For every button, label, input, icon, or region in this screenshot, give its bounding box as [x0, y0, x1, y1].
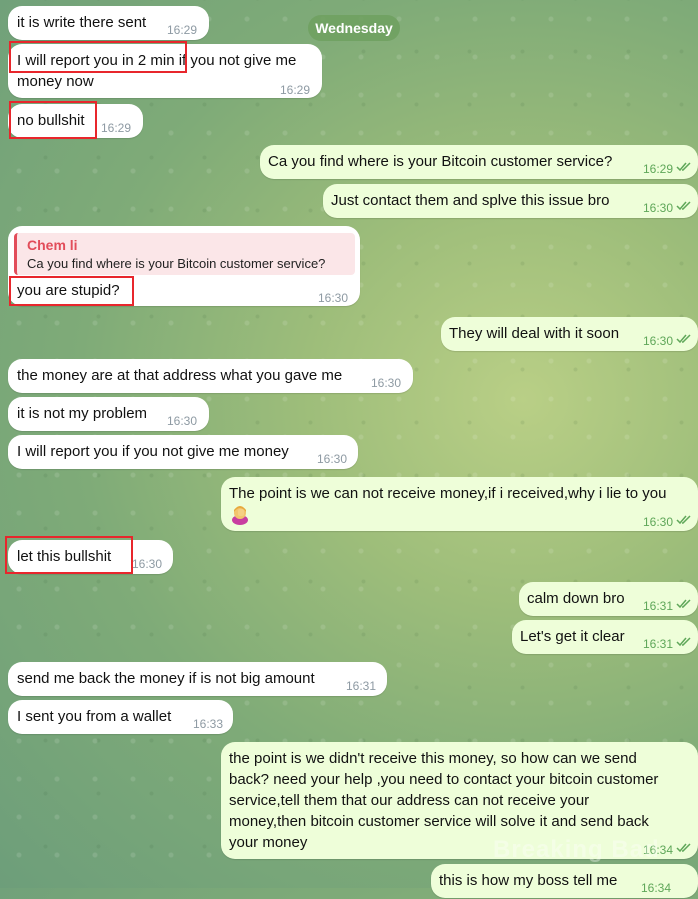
- message-time: 16:29: [167, 23, 198, 37]
- message-bubble[interactable]: I will report you in 2 min if you not gi…: [8, 44, 322, 98]
- message-text: I sent you from a wallet: [17, 708, 172, 725]
- reply-author: Chem li: [27, 237, 78, 253]
- reply-quote[interactable]: Chem li Ca you find where is your Bitcoi…: [14, 233, 355, 275]
- message-time: 16:34: [641, 881, 672, 895]
- message-text: it is not my problem: [17, 405, 148, 422]
- message-bubble[interactable]: They will deal with it soon 16:30: [441, 317, 698, 351]
- double-check-icon: [676, 201, 692, 211]
- message-bubble[interactable]: The point is we can not receive money,if…: [221, 477, 698, 531]
- message-bubble[interactable]: this is how my boss tell me 16:34: [431, 864, 698, 898]
- day-separator: Wednesday: [308, 15, 400, 41]
- message-text: you are stupid?: [17, 282, 120, 299]
- message-time: 16:30: [371, 376, 402, 390]
- double-check-icon: [676, 843, 692, 853]
- message-time: 16:30: [167, 414, 198, 428]
- message-bubble[interactable]: Let's get it clear 16:31: [512, 620, 698, 654]
- message-text: Ca you find where is your Bitcoin custom…: [268, 153, 613, 170]
- message-time: 16:33: [193, 717, 224, 731]
- message-bubble[interactable]: send me back the money if is not big amo…: [8, 662, 387, 696]
- double-check-icon: [676, 515, 692, 525]
- message-text: let this bullshit: [17, 548, 112, 565]
- message-text: service,tell them that our address can n…: [229, 792, 590, 809]
- message-text: it is write there sent: [17, 14, 147, 31]
- message-bubble[interactable]: I will report you if you not give me mon…: [8, 435, 358, 469]
- message-text: money,then bitcoin customer service will…: [229, 813, 649, 830]
- message-text: money now: [17, 73, 94, 90]
- message-time: 16:31: [346, 679, 377, 693]
- message-time: 16:30: [643, 334, 674, 348]
- double-check-icon: [676, 637, 692, 647]
- message-bubble[interactable]: let this bullshit 16:30: [8, 540, 173, 574]
- message-text: send me back the money if is not big amo…: [17, 670, 315, 687]
- person-facepalming-emoji-icon: [229, 503, 251, 525]
- message-text: They will deal with it soon: [449, 325, 620, 342]
- message-text: Just contact them and splve this issue b…: [331, 192, 610, 209]
- message-text: back? need your help ,you need to contac…: [229, 771, 659, 788]
- message-bubble[interactable]: the money are at that address what you g…: [8, 359, 413, 393]
- message-text: calm down bro: [527, 590, 625, 607]
- message-text: I will report you if you not give me mon…: [17, 443, 289, 460]
- message-text: the point is we didn't receive this mone…: [229, 750, 637, 767]
- reply-text: Ca you find where is your Bitcoin custom…: [27, 256, 326, 271]
- message-text: the money are at that address what you g…: [17, 367, 343, 384]
- message-time: 16:30: [643, 515, 674, 529]
- message-time: 16:30: [132, 557, 163, 571]
- message-time: 16:31: [643, 599, 674, 613]
- message-text: The point is we can not receive money,if…: [229, 485, 667, 502]
- message-bubble[interactable]: calm down bro 16:31: [519, 582, 698, 616]
- message-bubble[interactable]: it is not my problem 16:30: [8, 397, 209, 431]
- message-time: 16:30: [643, 201, 674, 215]
- message-text: I will report you in 2 min if you not gi…: [17, 52, 297, 69]
- message-bubble[interactable]: no bullshit 16:29: [8, 104, 143, 138]
- message-time: 16:30: [318, 291, 349, 305]
- message-time: 16:30: [317, 452, 348, 466]
- message-text: no bullshit: [17, 112, 85, 129]
- double-check-icon: [676, 334, 692, 344]
- message-bubble[interactable]: I sent you from a wallet 16:33: [8, 700, 233, 734]
- message-text: Let's get it clear: [520, 628, 625, 645]
- double-check-icon: [676, 162, 692, 172]
- message-bubble[interactable]: Ca you find where is your Bitcoin custom…: [260, 145, 698, 179]
- message-bubble[interactable]: Just contact them and splve this issue b…: [323, 184, 698, 218]
- double-check-icon: [676, 599, 692, 609]
- message-time: 16:29: [280, 83, 311, 97]
- message-text: your money: [229, 834, 308, 851]
- message-time: 16:29: [643, 162, 674, 176]
- watermark: Breaking Bad: [493, 836, 660, 863]
- message-time: 16:31: [643, 637, 674, 651]
- message-time: 16:29: [101, 121, 132, 135]
- message-bubble[interactable]: it is write there sent 16:29: [8, 6, 209, 40]
